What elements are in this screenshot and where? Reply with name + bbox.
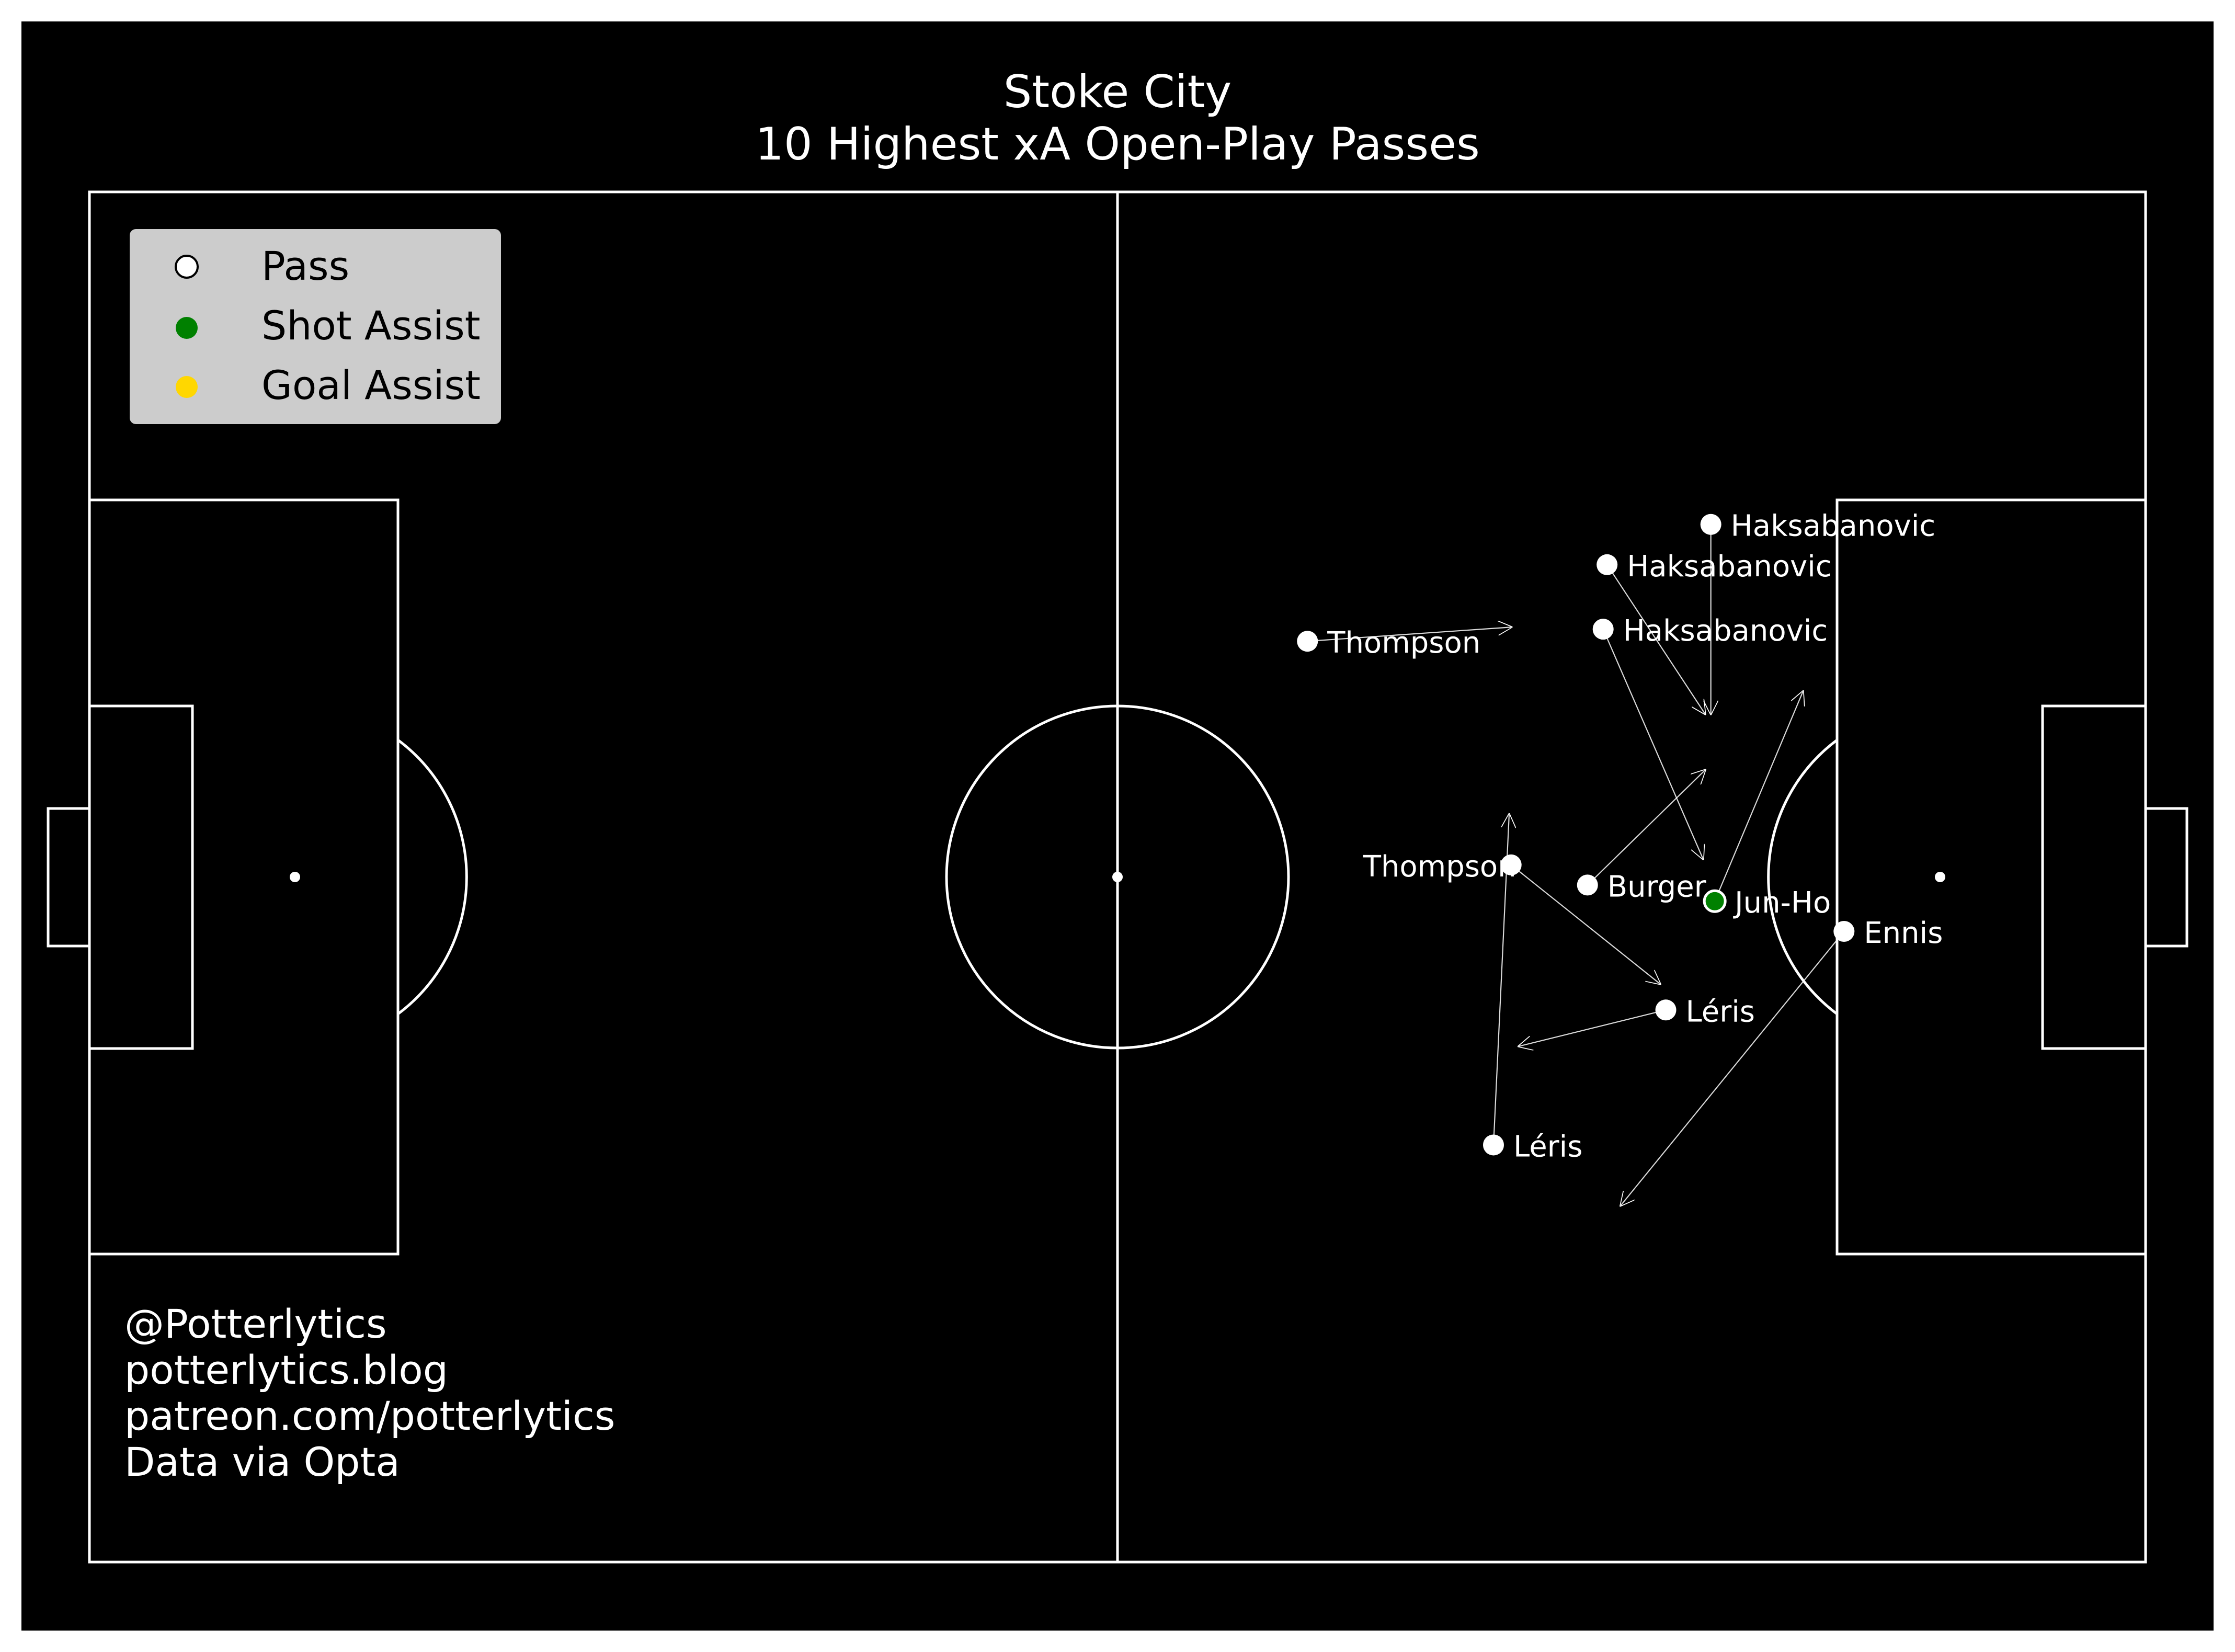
player-label: Haksabanovic — [1627, 550, 1831, 584]
pass-origin-point — [1655, 999, 1677, 1021]
legend-goal-assist-label: Goal Assist — [261, 362, 481, 408]
right-penalty-spot — [1935, 872, 1945, 882]
player-label: Burger — [1607, 870, 1707, 904]
legend-pass-marker — [175, 255, 199, 279]
pass-origin-point — [1592, 619, 1614, 640]
chart-subtitle: 10 Highest xA Open-Play Passes — [755, 118, 1480, 170]
centre-spot — [1112, 872, 1123, 882]
legend-goal-assist-marker — [176, 376, 198, 398]
pass-origin-point — [1700, 514, 1721, 535]
player-label: Haksabanovic — [1623, 614, 1828, 648]
player-label: Léris — [1513, 1130, 1582, 1164]
player-label: Thompson — [1327, 626, 1480, 660]
player-label: Jun-Ho — [1733, 886, 1831, 920]
pass-origin-point — [1597, 554, 1618, 575]
pass-origin-point — [1483, 1134, 1504, 1156]
credit-data-source: Data via Opta — [124, 1439, 400, 1485]
chart-title: Stoke City — [1004, 66, 1231, 118]
player-label: Thompson — [1363, 850, 1516, 884]
pass-4: Thompson — [1297, 626, 1511, 660]
player-label: Léris — [1686, 995, 1755, 1029]
pass-origin-point — [1577, 874, 1598, 896]
pass-origin-point — [1833, 921, 1855, 942]
legend-shot-assist-label: Shot Assist — [261, 302, 481, 349]
player-label: Ennis — [1864, 916, 1943, 950]
left-penalty-spot — [290, 872, 300, 882]
pass-origin-point — [1297, 631, 1318, 652]
pass-origin-point — [1703, 889, 1727, 913]
credit-blog: potterlytics.blog — [124, 1347, 448, 1393]
credit-patreon: patreon.com/potterlytics — [124, 1393, 615, 1439]
legend: Pass Shot Assist Goal Assist — [130, 229, 501, 424]
credit-handle: @Potterlytics — [124, 1301, 387, 1347]
chart-figure: Stoke City 10 Highest xA Open-Play Passe… — [21, 21, 2214, 1631]
legend-pass-label: Pass — [261, 243, 349, 289]
player-label: Haksabanovic — [1731, 509, 1935, 543]
legend-shot-assist-marker — [176, 317, 198, 339]
